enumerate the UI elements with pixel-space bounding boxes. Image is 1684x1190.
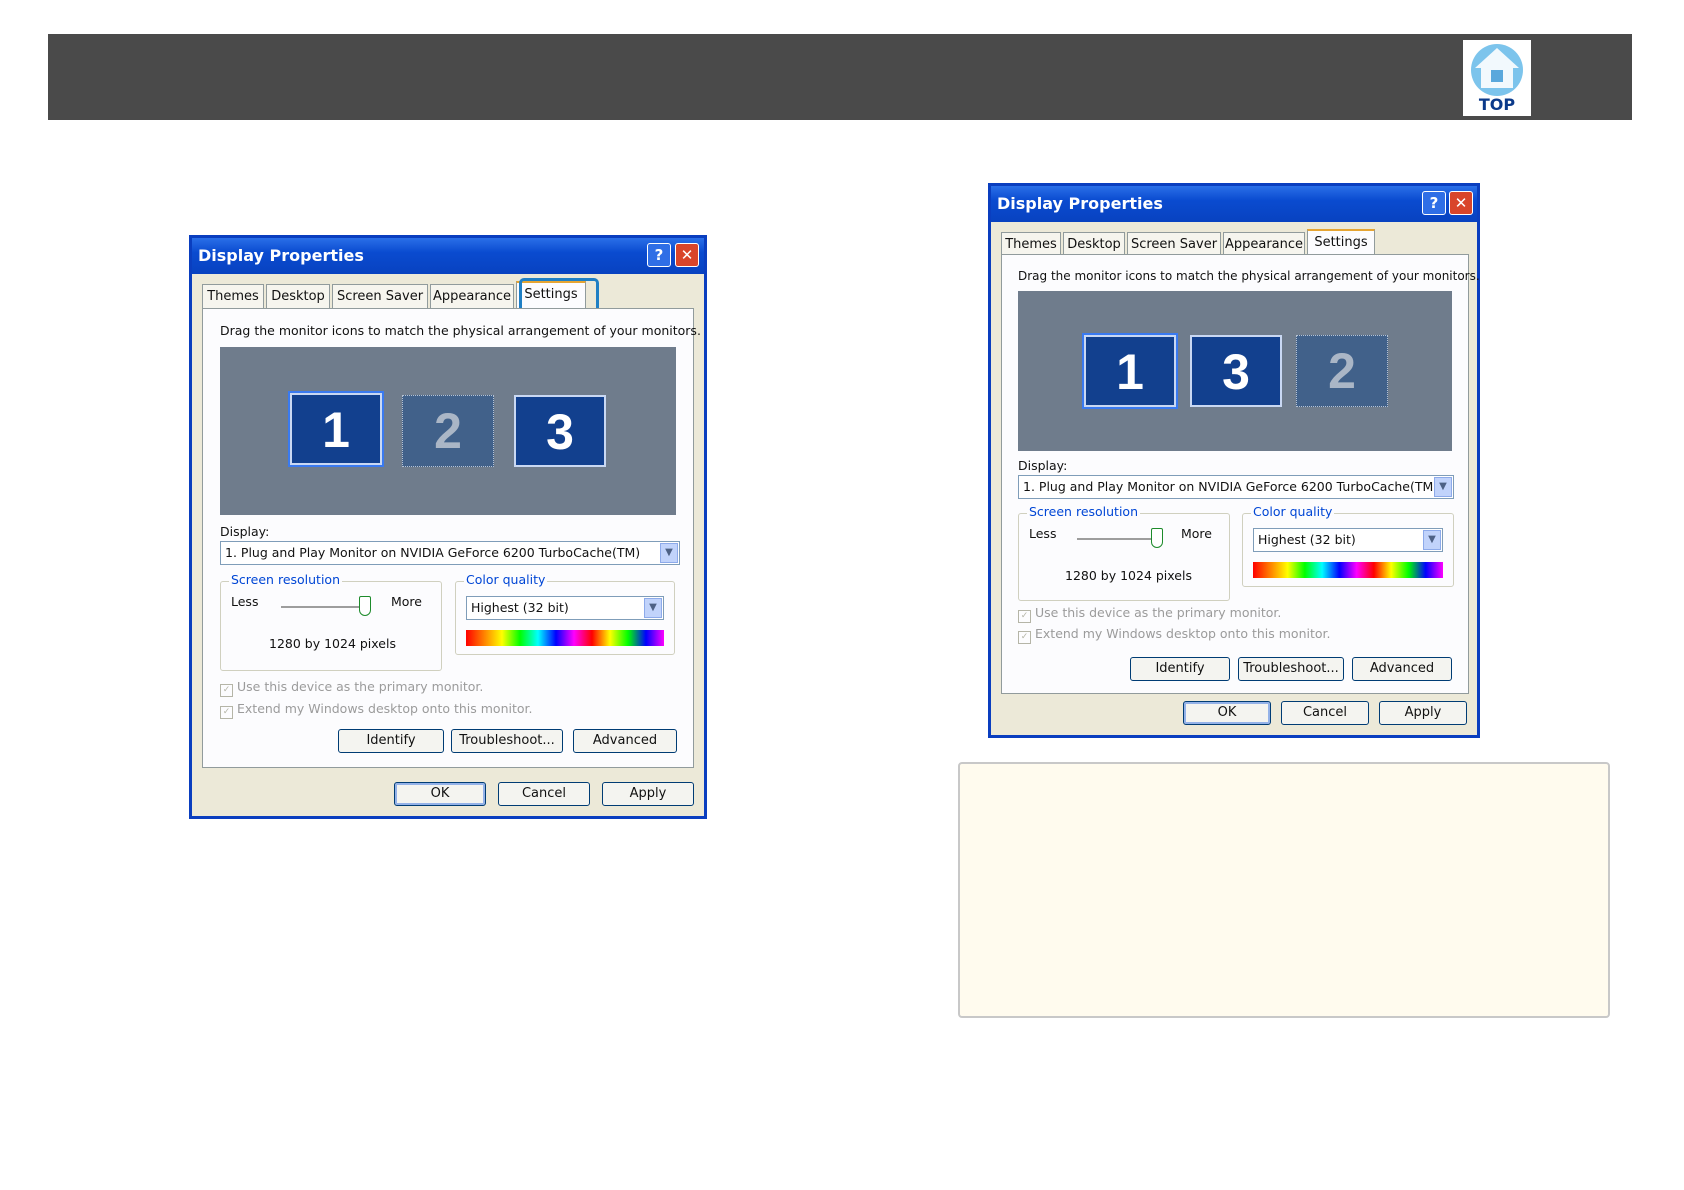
apply-button[interactable]: Apply <box>602 782 694 806</box>
checkmark-icon: ✓ <box>1018 631 1031 644</box>
display-label: Display: <box>220 524 270 539</box>
display-select[interactable]: 1. Plug and Play Monitor on NVIDIA GeFor… <box>220 541 680 565</box>
tab-desktop[interactable]: Desktop <box>266 284 330 308</box>
tab-screen-saver[interactable]: Screen Saver <box>332 284 428 308</box>
checkmark-icon: ✓ <box>220 706 233 719</box>
color-spectrum-bar <box>1253 562 1443 578</box>
tab-themes[interactable]: Themes <box>1001 232 1061 256</box>
resolution-slider-thumb[interactable] <box>1151 528 1163 548</box>
monitor-preview: 1 2 3 <box>220 347 676 515</box>
settings-panel: Drag the monitor icons to match the phys… <box>1001 254 1480 694</box>
primary-monitor-checkbox[interactable]: ✓ Use this device as the primary monitor. <box>1018 605 1281 623</box>
tab-themes[interactable]: Themes <box>202 284 264 308</box>
title-bar: Display Properties ? ✕ <box>192 238 704 274</box>
chevron-down-icon[interactable]: ▼ <box>1434 477 1452 497</box>
display-select[interactable]: 1. Plug and Play Monitor on NVIDIA GeFor… <box>1018 475 1454 499</box>
primary-monitor-checkbox[interactable]: ✓ Use this device as the primary monitor. <box>220 679 483 697</box>
arrangement-hint: Drag the monitor icons to match the phys… <box>220 323 701 338</box>
extend-desktop-text: Extend my Windows desktop onto this moni… <box>1035 626 1331 641</box>
ok-button[interactable]: OK <box>1183 701 1271 725</box>
color-quality-select[interactable]: Highest (32 bit) ▼ <box>466 596 664 620</box>
more-label: More <box>1181 526 1212 541</box>
identify-button[interactable]: Identify <box>338 729 444 753</box>
troubleshoot-button[interactable]: Troubleshoot... <box>451 729 563 753</box>
monitor-1[interactable]: 1 <box>288 391 384 467</box>
tab-screen-saver[interactable]: Screen Saver <box>1127 232 1221 256</box>
display-properties-dialog-left: Display Properties ? ✕ Themes Desktop Sc… <box>189 235 707 819</box>
troubleshoot-button[interactable]: Troubleshoot... <box>1238 657 1344 681</box>
screen-resolution-group: Screen resolution Less More 1280 by 1024… <box>220 572 442 671</box>
tab-appearance[interactable]: Appearance <box>1223 232 1305 256</box>
primary-monitor-text: Use this device as the primary monitor. <box>237 679 484 694</box>
monitor-2[interactable]: 2 <box>402 395 494 467</box>
monitor-1[interactable]: 1 <box>1082 333 1178 409</box>
display-label: Display: <box>1018 458 1068 473</box>
resolution-slider-thumb[interactable] <box>359 596 371 616</box>
color-quality-label: Color quality <box>1251 504 1335 519</box>
advanced-button[interactable]: Advanced <box>573 729 677 753</box>
less-label: Less <box>1029 526 1057 541</box>
display-select-value: 1. Plug and Play Monitor on NVIDIA GeFor… <box>1023 479 1439 494</box>
checkmark-icon: ✓ <box>220 684 233 697</box>
chevron-down-icon[interactable]: ▼ <box>1423 530 1441 550</box>
monitor-preview: 1 3 2 <box>1018 291 1452 451</box>
screen-resolution-label: Screen resolution <box>1027 504 1141 519</box>
monitor-3[interactable]: 3 <box>1190 335 1282 407</box>
color-spectrum-bar <box>466 630 664 646</box>
chevron-down-icon[interactable]: ▼ <box>660 543 678 563</box>
help-button[interactable]: ? <box>647 243 671 267</box>
primary-monitor-text: Use this device as the primary monitor. <box>1035 605 1282 620</box>
tab-appearance[interactable]: Appearance <box>430 284 514 308</box>
color-quality-group: Color quality Highest (32 bit) ▼ <box>1242 504 1454 587</box>
top-button[interactable]: TOP <box>1463 40 1531 116</box>
color-quality-group: Color quality Highest (32 bit) ▼ <box>455 572 675 655</box>
home-icon <box>1471 44 1523 96</box>
advanced-button[interactable]: Advanced <box>1352 657 1452 681</box>
apply-button[interactable]: Apply <box>1379 701 1467 725</box>
chevron-down-icon[interactable]: ▼ <box>644 598 662 618</box>
extend-desktop-checkbox[interactable]: ✓ Extend my Windows desktop onto this mon… <box>1018 626 1330 644</box>
display-properties-dialog-right: Display Properties ? ✕ Themes Desktop Sc… <box>988 183 1480 738</box>
note-box <box>958 762 1610 1018</box>
color-quality-label: Color quality <box>464 572 548 587</box>
checkmark-icon: ✓ <box>1018 610 1031 623</box>
top-label: TOP <box>1478 95 1516 114</box>
dialog-title: Display Properties <box>198 246 364 265</box>
display-select-value: 1. Plug and Play Monitor on NVIDIA GeFor… <box>225 545 641 560</box>
close-button[interactable]: ✕ <box>675 243 699 267</box>
screen-resolution-label: Screen resolution <box>229 572 343 587</box>
settings-panel: Drag the monitor icons to match the phys… <box>202 308 701 768</box>
more-label: More <box>391 594 422 609</box>
tab-desktop[interactable]: Desktop <box>1063 232 1125 256</box>
less-label: Less <box>231 594 259 609</box>
screen-resolution-group: Screen resolution Less More 1280 by 1024… <box>1018 504 1230 601</box>
extend-desktop-text: Extend my Windows desktop onto this moni… <box>237 701 533 716</box>
color-quality-value: Highest (32 bit) <box>471 600 569 615</box>
color-quality-select[interactable]: Highest (32 bit) ▼ <box>1253 528 1443 552</box>
help-button[interactable]: ? <box>1422 191 1446 215</box>
monitor-3[interactable]: 3 <box>514 395 606 467</box>
identify-button[interactable]: Identify <box>1130 657 1230 681</box>
resolution-value: 1280 by 1024 pixels <box>1065 568 1192 583</box>
ok-button[interactable]: OK <box>394 782 486 806</box>
color-quality-value: Highest (32 bit) <box>1258 532 1356 547</box>
header-bar <box>48 34 1632 120</box>
resolution-value: 1280 by 1024 pixels <box>269 636 396 651</box>
tab-settings[interactable]: Settings <box>1307 229 1375 257</box>
dialog-title: Display Properties <box>997 194 1163 213</box>
close-button[interactable]: ✕ <box>1449 191 1473 215</box>
cancel-button[interactable]: Cancel <box>498 782 590 806</box>
title-bar: Display Properties ? ✕ <box>991 186 1477 222</box>
resolution-slider-track <box>281 606 371 608</box>
monitor-2[interactable]: 2 <box>1296 335 1388 407</box>
arrangement-hint: Drag the monitor icons to match the phys… <box>1018 269 1480 283</box>
extend-desktop-checkbox[interactable]: ✓ Extend my Windows desktop onto this mon… <box>220 701 532 719</box>
cancel-button[interactable]: Cancel <box>1281 701 1369 725</box>
